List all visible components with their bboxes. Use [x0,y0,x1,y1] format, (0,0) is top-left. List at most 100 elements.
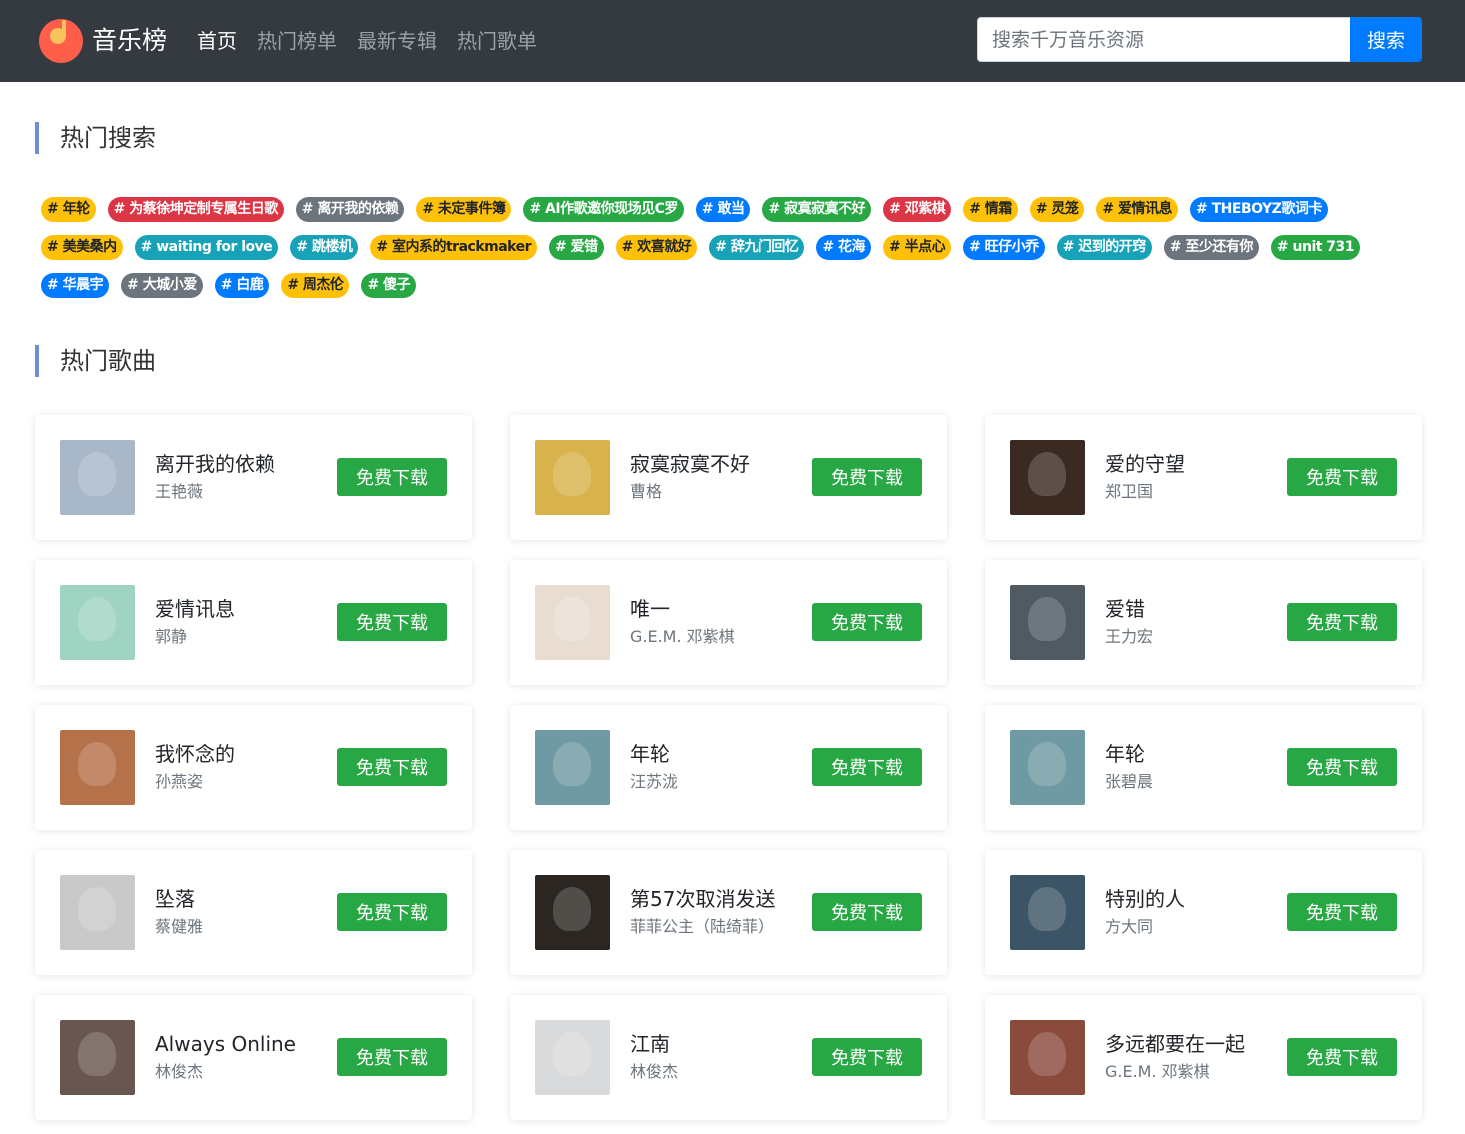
song-card: 年轮 汪苏泷 免费下载 [510,705,947,830]
hot-search-tag[interactable]: # unit 731 [1270,235,1361,260]
hot-search-tag[interactable]: # 为蔡徐坤定制专属生日歌 [107,197,284,222]
hot-search-tag[interactable]: # 辞九门回忆 [709,235,805,260]
hot-search-tag[interactable]: # 未定事件簿 [416,197,512,222]
hot-search-tag[interactable]: # 邓紫棋 [883,197,952,222]
hot-search-tag[interactable]: # THEBOYZ歌词卡 [1190,197,1328,222]
hot-search-tag[interactable]: # AI作歌邀你现场见C罗 [523,197,684,222]
hot-search-tags: # 年轮 # 为蔡徐坤定制专属生日歌 # 离开我的依赖 # 未定事件簿 # AI作歌邀你… [41,197,1401,298]
free-download-button[interactable]: 免费下载 [337,748,447,786]
song-artist: 林俊杰 [630,1062,679,1081]
hot-search-tag[interactable]: # 情霜 [963,197,1018,222]
free-download-button[interactable]: 免费下载 [337,458,447,496]
main-nav: 首页 热门榜单 最新专辑 热门歌单 [197,26,537,56]
search-button[interactable]: 搜索 [1350,17,1422,62]
song-card: 江南林俊杰 免费下载 [510,995,947,1120]
song-title[interactable]: 江南 [630,1031,670,1057]
song-title[interactable]: 特别的人 [1105,886,1185,912]
album-cover[interactable] [1010,1020,1085,1095]
song-title[interactable]: 年轮 [1105,741,1145,767]
song-title[interactable]: 爱情讯息 [155,596,235,622]
song-title[interactable]: 唯一 [630,596,670,622]
song-title[interactable]: 我怀念的 [155,741,235,767]
song-title[interactable]: 爱错 [1105,596,1145,622]
song-title[interactable]: 多远都要在一起 [1105,1031,1245,1057]
song-card: 第57次取消发送菲菲公主（陆绮菲） 免费下载 [510,850,947,975]
album-cover[interactable] [1010,730,1085,805]
song-card: 爱情讯息郭静 免费下载 [35,560,472,685]
free-download-button[interactable]: 免费下载 [337,603,447,641]
logo-icon[interactable] [39,19,83,63]
song-artist: 方大同 [1105,917,1154,936]
free-download-button[interactable]: 免费下载 [812,603,922,641]
song-title[interactable]: 爱的守望 [1105,451,1185,477]
album-cover[interactable] [535,585,610,660]
song-artist: 郭静 [155,627,188,646]
hot-search-tag[interactable]: # waiting for love [134,235,279,260]
song-title[interactable]: Always Online [155,1031,296,1057]
album-cover[interactable] [535,440,610,515]
hot-search-tag[interactable]: # 跳楼机 [290,235,359,260]
song-card: 特别的人方大同 免费下载 [985,850,1422,975]
album-cover[interactable] [535,875,610,950]
hot-search-tag[interactable]: # 灵笼 [1029,197,1085,222]
song-artist: 菲菲公主（陆绮菲） [630,917,775,936]
free-download-button[interactable]: 免费下载 [1287,893,1397,931]
album-cover[interactable] [60,440,135,515]
song-title[interactable]: 坠落 [155,886,195,912]
hot-search-tag[interactable]: # 旺仔小乔 [963,235,1045,260]
hot-search-tag[interactable]: # 爱错 [549,235,604,260]
hot-search-tag[interactable]: # 傻子 [361,273,417,298]
hot-search-tag[interactable]: # 半点心 [882,235,952,260]
album-cover[interactable] [1010,585,1085,660]
hot-songs-grid: 离开我的依赖 王艳薇 免费下载 寂寞寂寞不好 曹格 免费下载 爱的守望 郑卫国 免费下载 爱情讯息… [35,415,1423,1120]
song-card: 唯一 G.E.M. 邓紫棋 免费下载 [510,560,947,685]
album-cover[interactable] [535,1020,610,1095]
free-download-button[interactable]: 免费下载 [812,748,922,786]
song-card: 坠落 蔡健雅 免费下载 [35,850,472,975]
album-cover[interactable] [60,1020,135,1095]
free-download-button[interactable]: 免费下载 [1287,603,1397,641]
song-artist: 林俊杰 [155,1062,204,1081]
free-download-button[interactable]: 免费下载 [812,893,922,931]
free-download-button[interactable]: 免费下载 [1287,458,1397,496]
hot-search-tag[interactable]: # 迟到的开窍 [1056,235,1152,260]
hot-search-tag[interactable]: # 年轮 [41,197,96,222]
hot-search-tag[interactable]: # 华晨宇 [41,273,110,298]
album-cover[interactable] [60,875,135,950]
free-download-button[interactable]: 免费下载 [1287,748,1397,786]
song-title[interactable]: 第57次取消发送 [630,886,775,912]
hot-search-tag[interactable]: # 白鹿 [214,273,270,298]
site-logo-text[interactable]: 音乐榜 [92,24,167,58]
hot-search-tag[interactable]: # 敢当 [695,197,751,222]
nav-hot-playlists[interactable]: 热门歌单 [457,26,537,56]
free-download-button[interactable]: 免费下载 [812,458,922,496]
song-card: Always Online 林俊杰 免费下载 [35,995,472,1120]
hot-search-tag[interactable]: # 至少还有你 [1163,235,1259,260]
album-cover[interactable] [535,730,610,805]
hot-search-tag[interactable]: # 离开我的依赖 [295,197,405,222]
nav-hot-charts[interactable]: 热门榜单 [257,26,337,56]
free-download-button[interactable]: 免费下载 [337,1038,447,1076]
hot-search-tag[interactable]: # 周杰伦 [281,273,350,298]
album-cover[interactable] [60,585,135,660]
hot-search-tag[interactable]: # 室内系的trackmaker [370,235,538,260]
song-artist: 王力宏 [1105,627,1154,646]
album-cover[interactable] [60,730,135,805]
song-title[interactable]: 年轮 [630,741,670,767]
hot-search-tag[interactable]: # 寂寞寂寞不好 [762,197,872,222]
free-download-button[interactable]: 免费下载 [337,893,447,931]
free-download-button[interactable]: 免费下载 [812,1038,922,1076]
nav-new-albums[interactable]: 最新专辑 [357,26,437,56]
song-title[interactable]: 离开我的依赖 [155,451,275,477]
hot-search-tag[interactable]: # 爱情讯息 [1096,197,1179,222]
hot-search-tag[interactable]: # 美美桑内 [41,235,123,260]
search-input[interactable] [978,18,1350,61]
album-cover[interactable] [1010,440,1085,515]
free-download-button[interactable]: 免费下载 [1287,1038,1397,1076]
album-cover[interactable] [1010,875,1085,950]
nav-home[interactable]: 首页 [197,26,237,56]
hot-search-tag[interactable]: # 欢喜就好 [615,235,698,260]
song-title[interactable]: 寂寞寂寞不好 [630,451,750,477]
hot-search-tag[interactable]: # 大城小爱 [121,273,203,298]
hot-search-tag[interactable]: # 花海 [816,235,871,260]
